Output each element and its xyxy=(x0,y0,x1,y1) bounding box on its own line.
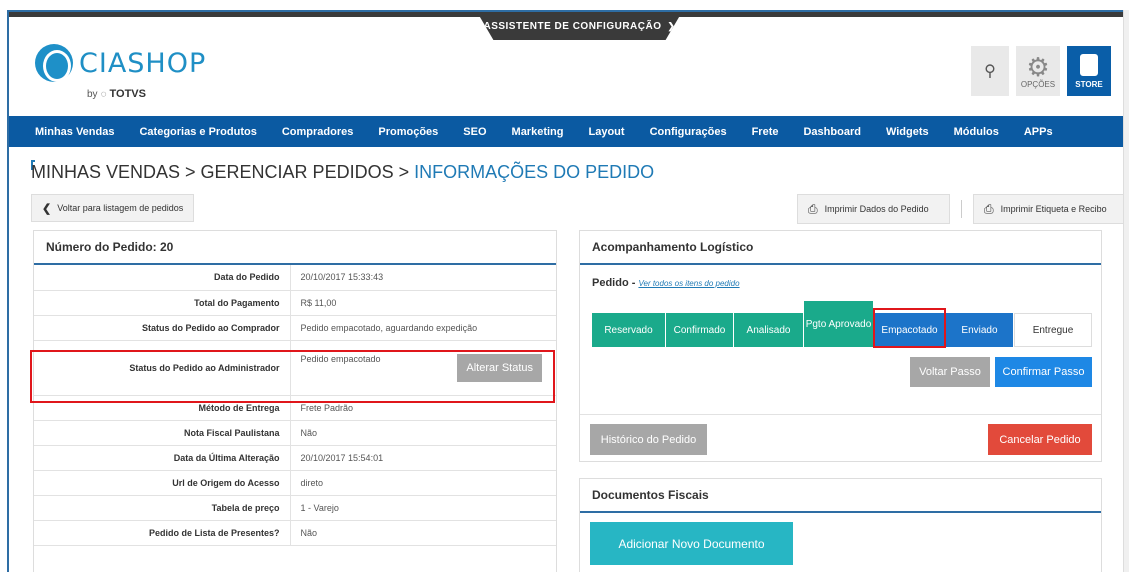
options-button[interactable]: ⚙ OPÇÕES xyxy=(1016,46,1060,96)
add-document-button[interactable]: Adicionar Novo Documento xyxy=(590,522,793,565)
back-step-button[interactable]: Voltar Passo xyxy=(910,357,990,387)
row-label: Data da Última Alteração xyxy=(34,445,291,471)
nav-item-compradores[interactable]: Compradores xyxy=(282,126,354,138)
assistant-label: ASSISTENTE DE CONFIGURAÇÃO xyxy=(483,20,662,32)
divider xyxy=(961,200,962,218)
gear-icon: ⚙ xyxy=(1026,51,1050,82)
print-data-label: Imprimir Dados do Pedido xyxy=(824,204,929,214)
highlight-box xyxy=(873,308,946,348)
main-nav: Minhas Vendas Categorias e Produtos Comp… xyxy=(9,116,1129,147)
printer-icon: ⎙ xyxy=(808,201,818,216)
table-row: Data da Última Alteração 20/10/2017 15:5… xyxy=(34,445,556,471)
step-entregue: Entregue xyxy=(1014,313,1092,347)
chevron-left-icon: ❮ xyxy=(42,202,52,215)
table-row: Tabela de preço 1 - Varejo xyxy=(34,495,556,521)
nav-item-layout[interactable]: Layout xyxy=(589,126,625,138)
highlight-box xyxy=(30,350,555,403)
table-row: Nota Fiscal Paulistana Não xyxy=(34,420,556,446)
printer-icon: ⎙ xyxy=(984,201,994,216)
fiscal-title: Documentos Fiscais xyxy=(580,479,1101,513)
print-label-button[interactable]: ⎙ Imprimir Etiqueta e Recibo xyxy=(973,194,1125,224)
order-title: Número do Pedido: 20 xyxy=(34,231,556,265)
logistics-subheader: Pedido - Ver todos os itens do pedido xyxy=(580,265,1101,289)
logo-brand: TOTVS xyxy=(109,88,146,100)
table-row: Total do Pagamento R$ 11,00 xyxy=(34,290,556,316)
breadcrumb: MINHAS VENDAS > GERENCIAR PEDIDOS > INFO… xyxy=(31,162,654,183)
order-details-table: Data do Pedido 20/10/2017 15:33:43 Total… xyxy=(34,265,556,546)
row-value: 20/10/2017 15:54:01 xyxy=(290,445,556,471)
logo[interactable]: CIASHOP xyxy=(35,44,206,82)
nav-item-frete[interactable]: Frete xyxy=(752,126,779,138)
row-label: Total do Pagamento xyxy=(34,290,291,316)
back-button[interactable]: ❮ Voltar para listagem de pedidos xyxy=(31,194,195,222)
cancel-order-button[interactable]: Cancelar Pedido xyxy=(988,424,1092,455)
nav-item-dashboard[interactable]: Dashboard xyxy=(803,126,860,138)
nav-item-modulos[interactable]: Módulos xyxy=(954,126,999,138)
globe-icon xyxy=(35,44,73,82)
table-row: Url de Origem do Acesso direto xyxy=(34,470,556,496)
row-value: Não xyxy=(290,520,556,546)
step-analisado: Analisado xyxy=(734,313,804,347)
row-value: Pedido empacotado, aguardando expedição xyxy=(290,315,556,341)
step-enviado: Enviado xyxy=(946,313,1014,347)
logo-subtitle: by ◌ TOTVS xyxy=(87,88,146,100)
row-label: Pedido de Lista de Presentes? xyxy=(34,520,291,546)
search-icon: ⚲ xyxy=(984,63,996,80)
chevron-down-icon: ❯ xyxy=(667,20,676,31)
logistics-title: Acompanhamento Logístico xyxy=(580,231,1101,265)
row-value: 1 - Varejo xyxy=(290,495,556,521)
divider xyxy=(580,414,1101,415)
shopping-bag-icon xyxy=(1080,53,1098,76)
store-button[interactable]: STORE xyxy=(1067,46,1111,96)
nav-item-marketing[interactable]: Marketing xyxy=(512,126,564,138)
confirm-step-button[interactable]: Confirmar Passo xyxy=(995,357,1092,387)
table-row: Pedido de Lista de Presentes? Não xyxy=(34,520,556,546)
nav-item-categorias[interactable]: Categorias e Produtos xyxy=(139,126,256,138)
nav-item-seo[interactable]: SEO xyxy=(463,126,486,138)
status-steps: Reservado Confirmado Analisado Pgto Apro… xyxy=(592,301,1092,347)
print-label-label: Imprimir Etiqueta e Recibo xyxy=(1000,204,1107,214)
row-label: Tabela de preço xyxy=(34,495,291,521)
order-sub-label: Pedido - xyxy=(592,277,636,289)
nav-item-configuracoes[interactable]: Configurações xyxy=(650,126,727,138)
row-value: direto xyxy=(290,470,556,496)
order-history-button[interactable]: Histórico do Pedido xyxy=(590,424,707,455)
step-confirmado: Confirmado xyxy=(666,313,734,347)
step-pgto-aprovado: Pgto Aprovado xyxy=(804,301,874,347)
assistant-dropdown[interactable]: ASSISTENTE DE CONFIGURAÇÃO ❯ xyxy=(477,12,682,40)
top-icons: ⚲ ⚙ OPÇÕES STORE xyxy=(971,46,1111,96)
row-label: Nota Fiscal Paulistana xyxy=(34,420,291,446)
row-value: R$ 11,00 xyxy=(290,290,556,316)
row-value: 20/10/2017 15:33:43 xyxy=(290,265,556,291)
row-label: Url de Origem do Acesso xyxy=(34,470,291,496)
print-order-data-button[interactable]: ⎙ Imprimir Dados do Pedido xyxy=(797,194,950,224)
back-label: Voltar para listagem de pedidos xyxy=(57,203,184,213)
breadcrumb-current: INFORMAÇÕES DO PEDIDO xyxy=(414,162,655,182)
logo-by: by xyxy=(87,88,98,100)
store-label: STORE xyxy=(1075,79,1103,89)
totvs-icon: ◌ xyxy=(100,88,107,100)
row-label: Status do Pedido ao Comprador xyxy=(34,315,291,341)
scrollbar[interactable] xyxy=(1123,10,1129,572)
table-row: Status do Pedido ao Comprador Pedido emp… xyxy=(34,315,556,341)
view-all-items-link[interactable]: Ver todos os itens do pedido xyxy=(638,279,739,288)
options-label: OPÇÕES xyxy=(1020,79,1056,89)
fiscal-documents-panel: Documentos Fiscais Adicionar Novo Docume… xyxy=(579,478,1102,572)
nav-item-promocoes[interactable]: Promoções xyxy=(378,126,438,138)
search-button[interactable]: ⚲ xyxy=(971,46,1009,96)
nav-item-widgets[interactable]: Widgets xyxy=(886,126,929,138)
nav-item-minhas-vendas[interactable]: Minhas Vendas xyxy=(35,126,114,138)
row-label: Data do Pedido xyxy=(34,265,291,291)
logo-text: CIASHOP xyxy=(79,47,207,79)
step-reservado: Reservado xyxy=(592,313,666,347)
nav-item-apps[interactable]: APPs xyxy=(1024,126,1053,138)
breadcrumb-path: MINHAS VENDAS > GERENCIAR PEDIDOS > xyxy=(31,162,415,182)
logistics-panel: Acompanhamento Logístico Pedido - Ver to… xyxy=(579,230,1102,462)
table-row: Data do Pedido 20/10/2017 15:33:43 xyxy=(34,265,556,291)
row-value: Não xyxy=(290,420,556,446)
